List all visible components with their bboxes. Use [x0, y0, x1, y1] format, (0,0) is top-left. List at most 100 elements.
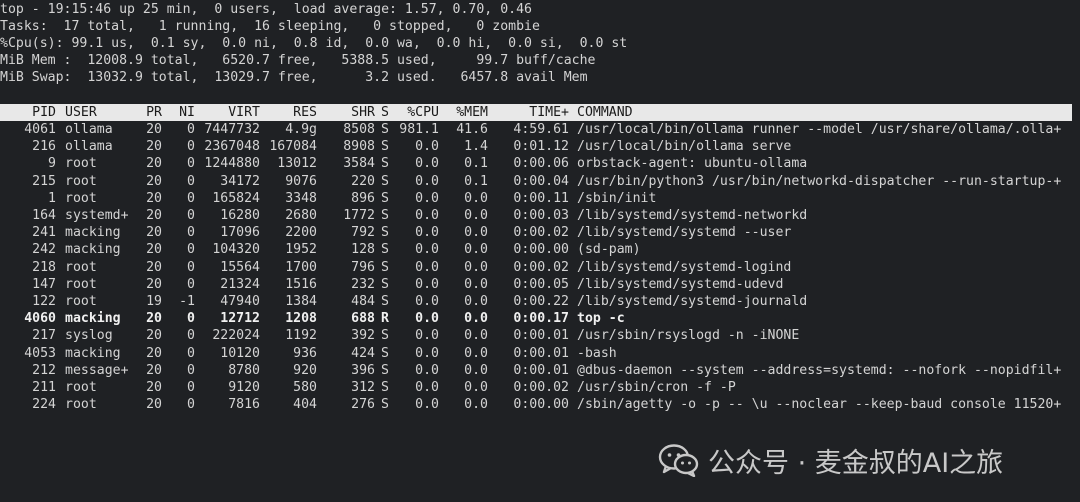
cell-pr: 20 — [146, 311, 162, 327]
process-row: 9 root 20 0 1244880 13012 3584 S 0.0 0.1 0:00.06 or… — [0, 155, 1080, 172]
cell-pr: 20 — [146, 259, 162, 275]
cell-mem: 0.0 — [464, 208, 488, 223]
cell-mem: 0.0 — [464, 276, 488, 292]
cell-state: S — [381, 294, 389, 309]
cell-cpu: 0.0 — [415, 345, 439, 361]
cell-cpu: 0.0 — [415, 276, 439, 292]
cell-ni: 0 — [187, 380, 195, 395]
cell-res: 2680 — [285, 208, 317, 223]
cell-pr: 20 — [146, 380, 162, 395]
process-row: 147 root 20 0 21324 1516 232 S 0.0 0.0 0:00.05/lib… — [0, 276, 1080, 293]
cell-cpu: 981.1 — [399, 122, 439, 137]
swap-line: MiB Swap: 13032.9 total, 13029.7 free, 3… — [0, 70, 588, 85]
cell-mem: 41.6 — [456, 122, 488, 137]
cell-time: 0:00.01 — [513, 345, 569, 361]
cell-ni: 0 — [187, 156, 195, 172]
cell-user: root — [65, 173, 97, 189]
cell-mem: 0.0 — [464, 311, 488, 327]
cell-mem: 1.4 — [464, 139, 488, 155]
col-cpu-header: %CPU — [407, 105, 439, 120]
cell-state: S — [381, 328, 389, 344]
cell-state: S — [381, 122, 389, 137]
cell-virt: 17096 — [220, 225, 260, 241]
cell-shr: 1772 — [343, 208, 375, 223]
cell-virt: 104320 — [212, 242, 260, 258]
terminal-window[interactable]: top - 19:15:46 up 25 min, 0 users, load … — [0, 0, 1080, 502]
cell-state: S — [381, 156, 389, 172]
cell-res: 920 — [293, 362, 317, 378]
process-row: 122 root 19 -1 47940 1384 484 S 0.0 0.0 0:00.22/li… — [0, 293, 1080, 310]
cell-user: root — [65, 190, 97, 206]
cell-ni: 0 — [187, 311, 195, 327]
cell-pid: 4053 — [24, 345, 56, 361]
cell-virt: 10120 — [220, 345, 260, 361]
cell-command: top -c — [577, 311, 625, 327]
cell-time: 0:00.06 — [513, 156, 569, 172]
cell-command: /usr/sbin/cron -f -P — [577, 380, 736, 395]
cell-state: S — [381, 362, 389, 378]
cell-shr: 232 — [351, 276, 375, 292]
cell-shr: 484 — [351, 294, 375, 309]
cell-state: S — [381, 345, 389, 361]
process-row: 217 syslog 20 0 222024 1192 392 S 0.0 0.0 0:00.01 /… — [0, 327, 1080, 344]
cell-command: /sbin/agetty -o -p -- \u --noclear --kee… — [577, 397, 1062, 413]
cell-res: 1952 — [285, 242, 317, 258]
cell-shr: 3584 — [343, 156, 375, 172]
cell-pr: 20 — [146, 139, 162, 155]
cell-shr: 276 — [351, 397, 375, 413]
col-shr-header: SHR — [351, 105, 375, 120]
cell-mem: 0.0 — [464, 345, 488, 361]
cell-time: 0:00.00 — [513, 242, 569, 258]
cell-user: root — [65, 259, 97, 275]
cell-user: ollama — [65, 122, 113, 137]
cell-ni: 0 — [187, 122, 195, 137]
col-s-header: S — [381, 105, 389, 120]
cell-user: root — [65, 276, 97, 292]
cell-command: -bash — [577, 345, 617, 361]
cell-command: /usr/sbin/rsyslogd -n -iNONE — [577, 328, 800, 344]
process-row: 4061 ollama 20 0 7447732 4.9g 8508 S 981.1 41.6 4:… — [0, 121, 1080, 138]
cell-command: /lib/systemd/systemd-networkd — [577, 208, 808, 223]
cell-ni: 0 — [187, 397, 195, 413]
cell-user: message+ — [65, 362, 129, 378]
cell-pid: 216 — [32, 139, 56, 155]
cell-pr: 20 — [146, 362, 162, 378]
cell-pid: 211 — [32, 380, 56, 395]
cell-command: (sd-pam) — [577, 242, 641, 258]
cell-cpu: 0.0 — [415, 259, 439, 275]
cell-virt: 222024 — [212, 328, 260, 344]
cell-command: /lib/systemd/systemd-logind — [577, 259, 792, 275]
cell-cpu: 0.0 — [415, 380, 439, 395]
process-table-header: PID USER PR NI VIRT RES SHR S %CPU %MEM … — [0, 104, 1072, 121]
cell-user: macking — [65, 242, 121, 258]
watermark: 公众号 · 麦金叔的AI之旅 — [658, 440, 1003, 480]
cell-res: 936 — [293, 345, 317, 361]
cell-state: S — [381, 173, 389, 189]
cell-command: /sbin/init — [577, 190, 657, 206]
process-row: 241 macking 20 0 17096 2200 792 S 0.0 0.0 0:00.02 /… — [0, 224, 1080, 241]
cell-mem: 0.0 — [464, 259, 488, 275]
cell-pr: 20 — [146, 345, 162, 361]
cell-shr: 796 — [351, 259, 375, 275]
col-virt-header: VIRT — [228, 105, 260, 120]
cell-pid: 218 — [32, 259, 56, 275]
cell-virt: 8780 — [228, 362, 260, 378]
cell-cpu: 0.0 — [415, 242, 439, 258]
cell-mem: 0.0 — [464, 190, 488, 206]
cell-cpu: 0.0 — [415, 311, 439, 327]
cell-user: systemd+ — [65, 208, 129, 223]
cell-pr: 20 — [146, 328, 162, 344]
cell-user: root — [65, 156, 97, 172]
cell-res: 404 — [293, 397, 317, 413]
cell-user: macking — [65, 225, 121, 241]
cell-ni: 0 — [187, 173, 195, 189]
cell-res: 1192 — [285, 328, 317, 344]
cell-pid: 217 — [32, 328, 56, 344]
tasks-line: Tasks: 17 total, 1 running, 16 sleeping,… — [0, 19, 540, 34]
cell-time: 0:00.01 — [513, 328, 569, 344]
cell-time: 0:00.11 — [513, 190, 569, 206]
cell-virt: 15564 — [220, 259, 260, 275]
cell-shr: 8508 — [343, 122, 375, 137]
cell-res: 3348 — [285, 190, 317, 206]
cell-virt: 21324 — [220, 276, 260, 292]
